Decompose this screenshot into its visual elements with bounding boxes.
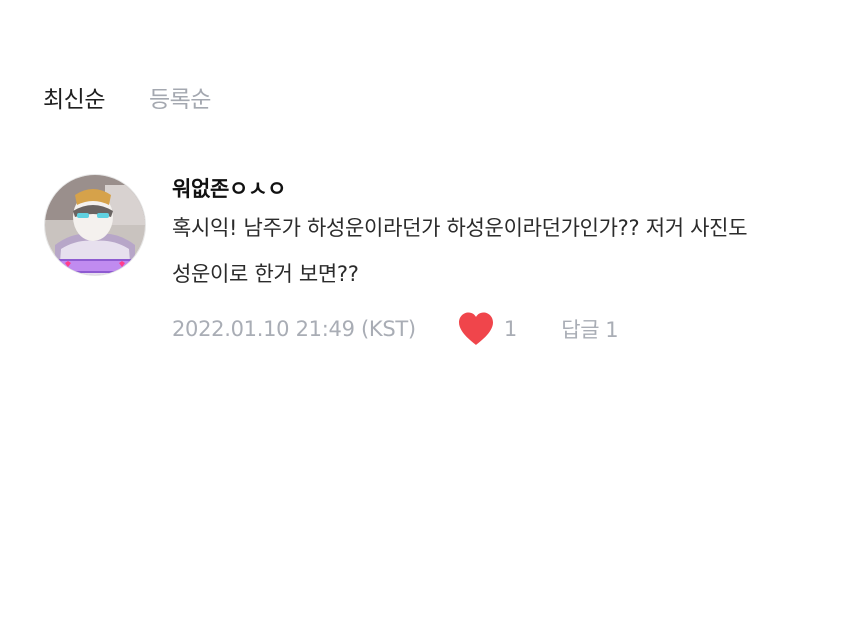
comment-body: 워없존ㅇㅅㅇ 혹시익! 남주가 하성운이라던가 하성운이라던가인가?? 저거 사… [172, 174, 844, 349]
comment-text-line: 성운이로 한거 보면?? [172, 262, 359, 286]
heart-icon[interactable] [456, 311, 496, 347]
sort-tabs: 최신순 등록순 [43, 84, 211, 116]
reply-count: 1 [605, 318, 619, 342]
avatar-photo-icon [45, 175, 145, 275]
sort-tab-latest[interactable]: 최신순 [43, 84, 105, 116]
comment-nickname[interactable]: 워없존ㅇㅅㅇ [172, 174, 844, 204]
comment-text: 혹시익! 남주가 하성운이라던가 하성운이라던가인가?? 저거 사진도 성운이로… [172, 213, 844, 290]
reply-label: 답글 [561, 318, 600, 342]
comment-timestamp: 2022.01.10 21:49 (KST) [172, 317, 416, 341]
like-count: 1 [503, 317, 518, 341]
comment-meta: 2022.01.10 21:49 (KST) 1 답글 1 [172, 309, 844, 349]
sort-tab-registered[interactable]: 등록순 [149, 84, 211, 116]
comment-text-line: 혹시익! 남주가 하성운이라던가 하성운이라던가인가?? 저거 사진도 [172, 216, 748, 240]
avatar[interactable] [44, 174, 146, 276]
reply-button[interactable]: 답글 1 [561, 314, 618, 344]
like-button[interactable]: 1 [456, 311, 517, 347]
